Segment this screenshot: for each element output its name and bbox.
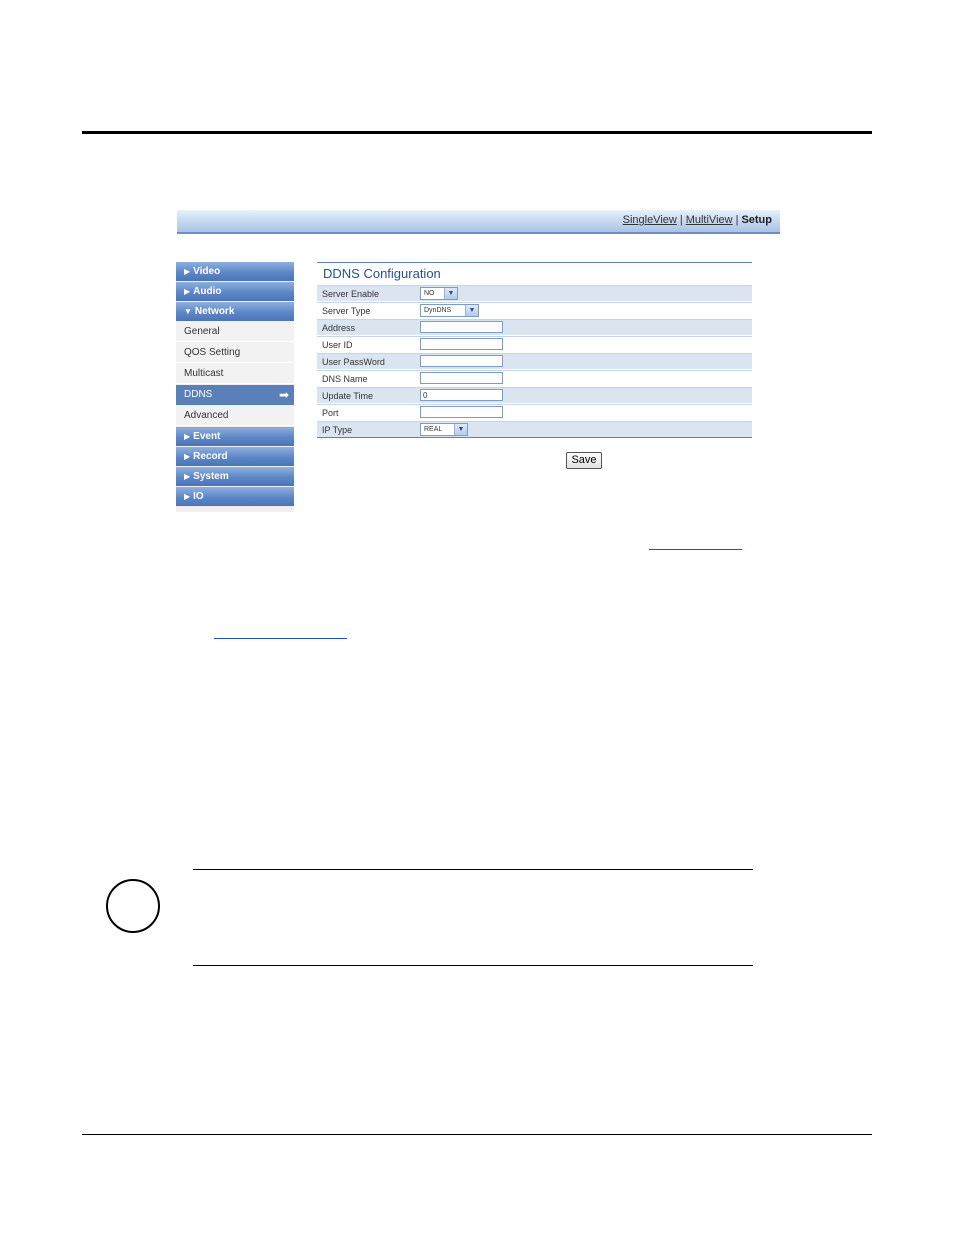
sidebar-item-video[interactable]: ▶ Video	[176, 262, 294, 281]
note-bottom-rule	[193, 965, 753, 966]
row-update-time: Update Time 0	[317, 387, 752, 403]
row-user-password: User PassWord	[317, 353, 752, 369]
address-input[interactable]	[420, 321, 503, 333]
sidebar: ▶ Video ▶ Audio ▼ Network General QOS Setti…	[176, 262, 294, 512]
hyperlink-underline[interactable]	[649, 549, 742, 550]
user-id-input[interactable]	[420, 338, 503, 350]
row-user-id: User ID	[317, 336, 752, 352]
triangle-right-icon: ▶	[184, 492, 191, 501]
triangle-right-icon: ▶	[184, 267, 191, 276]
dns-name-label: DNS Name	[322, 374, 368, 384]
sidebar-item-general[interactable]: General	[176, 322, 294, 342]
sidebar-item-advanced[interactable]: Advanced	[176, 406, 294, 426]
user-id-label: User ID	[322, 340, 353, 350]
triangle-right-icon: ▶	[184, 432, 191, 441]
sidebar-item-event[interactable]: ▶ Event	[176, 427, 294, 446]
sidebar-item-audio[interactable]: ▶ Audio	[176, 282, 294, 301]
sidebar-item-record[interactable]: ▶ Record	[176, 447, 294, 466]
triangle-right-icon: ▶	[184, 452, 191, 461]
singleview-link[interactable]: SingleView	[623, 214, 677, 226]
triangle-down-icon: ▼	[184, 307, 192, 316]
note-top-rule	[193, 869, 753, 870]
panel-bottom-divider	[317, 437, 752, 438]
sidebar-item-io[interactable]: ▶ IO	[176, 487, 294, 506]
row-port: Port	[317, 404, 752, 420]
address-label: Address	[322, 323, 356, 333]
hyperlink-underline[interactable]	[214, 638, 347, 639]
sidebar-item-multicast[interactable]: Multicast	[176, 364, 294, 384]
sidebar-item-ddns[interactable]: DDNS ➡	[176, 385, 294, 405]
multiview-link[interactable]: MultiView	[686, 214, 733, 226]
sidebar-item-system[interactable]: ▶ System	[176, 467, 294, 486]
server-type-label: Server Type	[322, 306, 371, 316]
chevron-down-icon: ▼	[444, 288, 457, 299]
panel-top-divider	[317, 262, 752, 263]
update-time-label: Update Time	[322, 391, 374, 401]
triangle-right-icon: ▶	[184, 472, 191, 481]
row-address: Address	[317, 319, 752, 335]
port-input[interactable]	[420, 406, 503, 418]
update-time-input[interactable]: 0	[420, 389, 503, 401]
save-button[interactable]: Save	[566, 452, 602, 469]
footer-rule	[82, 1134, 872, 1135]
port-label: Port	[322, 408, 339, 418]
ip-type-label: IP Type	[322, 425, 353, 435]
user-password-input[interactable]	[420, 355, 503, 367]
dns-name-input[interactable]	[420, 372, 503, 384]
server-enable-label: Server Enable	[322, 289, 380, 299]
view-switcher: SingleView | MultiView | Setup	[622, 214, 772, 226]
chevron-down-icon: ▼	[465, 305, 478, 316]
user-password-label: User PassWord	[322, 357, 385, 367]
arrow-right-icon: ➡	[278, 388, 289, 402]
server-enable-select[interactable]: NO ▼	[420, 287, 458, 300]
row-dns-name: DNS Name	[317, 370, 752, 386]
sidebar-item-network[interactable]: ▼ Network	[176, 302, 294, 321]
note-icon	[106, 879, 160, 933]
row-server-enable: Server Enable NO ▼	[317, 285, 752, 301]
page-title: DDNS Configuration	[323, 266, 441, 281]
chevron-down-icon: ▼	[454, 424, 467, 435]
ip-type-select[interactable]: REAL ▼	[420, 423, 468, 436]
sidebar-item-qos-setting[interactable]: QOS Setting	[176, 343, 294, 363]
top-nav-bar: SingleView | MultiView | Setup	[177, 210, 780, 234]
triangle-right-icon: ▶	[184, 287, 191, 296]
header-rule	[82, 131, 872, 134]
setup-link[interactable]: Setup	[741, 214, 772, 226]
server-type-select[interactable]: DynDNS ▼	[420, 304, 479, 317]
row-ip-type: IP Type REAL ▼	[317, 421, 752, 437]
row-server-type: Server Type DynDNS ▼	[317, 302, 752, 318]
